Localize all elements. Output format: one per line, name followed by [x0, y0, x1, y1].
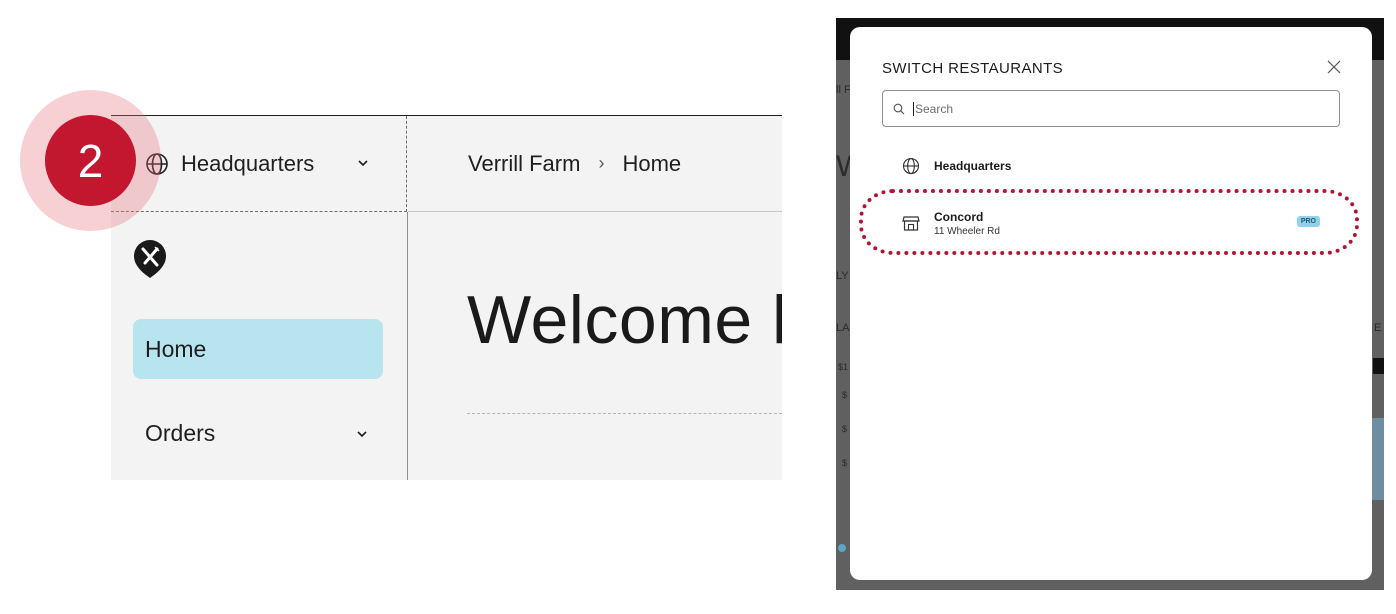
sidebar-item-label: Home	[145, 335, 207, 362]
globe-icon	[902, 157, 920, 175]
breadcrumb: Verrill Farm › Home	[408, 116, 782, 212]
sidebar-item-label: Orders	[145, 419, 216, 446]
page-title: Welcome l	[467, 282, 782, 358]
switch-restaurants-modal: SWITCH RESTAURANTS Headquart	[850, 27, 1372, 580]
background-text: $	[842, 458, 848, 468]
text-cursor	[913, 101, 914, 116]
background-element	[838, 544, 846, 552]
zoomed-app-panel: Headquarters Verrill Farm › Home Home Or…	[111, 115, 782, 480]
app-screenshot: ll F W LY LA E $1 $ $ $ SWITCH RESTAURAN…	[836, 18, 1384, 590]
close-icon[interactable]	[1326, 59, 1342, 75]
chevron-down-icon	[358, 160, 368, 167]
search-field[interactable]	[882, 90, 1340, 127]
background-text: $	[842, 424, 848, 434]
tutorial-stage: Headquarters Verrill Farm › Home Home Or…	[0, 0, 1396, 614]
background-text: $	[842, 390, 848, 400]
breadcrumb-separator: ›	[598, 153, 605, 173]
background-element	[1373, 358, 1384, 374]
background-text: ll F	[836, 84, 851, 96]
restaurant-name: Headquarters	[934, 159, 1012, 173]
background-text: LY	[836, 270, 849, 282]
search-input[interactable]	[915, 101, 1315, 116]
background-text: $1	[838, 362, 849, 372]
background-text: LA	[836, 322, 850, 334]
background-text: E	[1374, 322, 1382, 334]
location-switcher-label: Headquarters	[181, 150, 315, 176]
background-element	[1372, 418, 1384, 500]
sidebar-item-home[interactable]: Home	[133, 319, 383, 379]
restaurant-option-headquarters[interactable]: Headquarters	[882, 155, 1340, 177]
sidebar-divider	[407, 212, 408, 480]
breadcrumb-item-current: Home	[622, 150, 682, 176]
highlight-annotation	[859, 189, 1359, 255]
chevron-down-icon	[357, 431, 367, 438]
sidebar-item-orders[interactable]: Orders	[133, 403, 383, 463]
modal-title: SWITCH RESTAURANTS	[882, 60, 1064, 77]
search-icon	[893, 103, 905, 114]
logo-icon[interactable]	[133, 239, 167, 279]
step-marker: 2	[45, 115, 136, 206]
divider	[467, 413, 782, 414]
breadcrumb-item-restaurant[interactable]: Verrill Farm	[468, 151, 580, 177]
